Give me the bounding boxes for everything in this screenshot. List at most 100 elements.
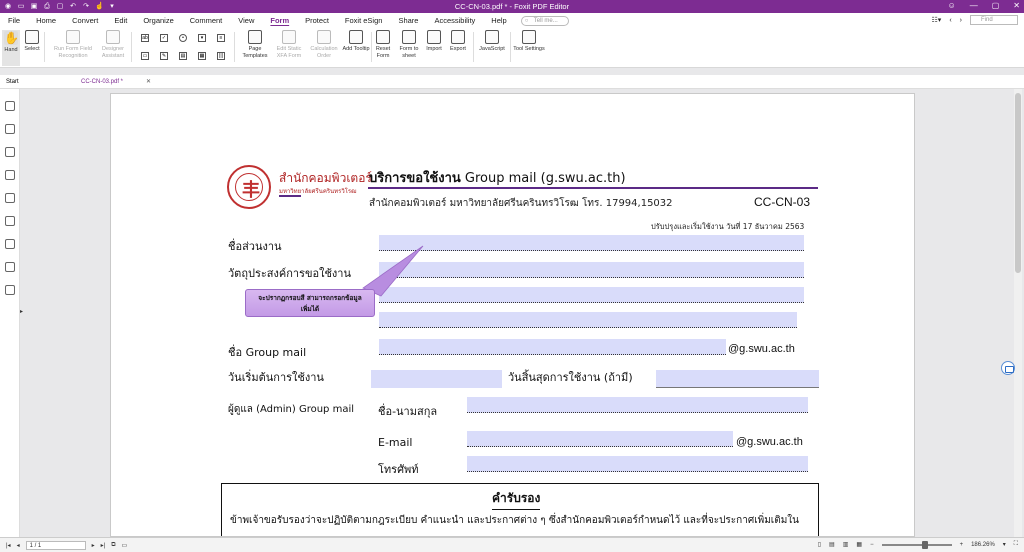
menu-convert[interactable]: Convert	[64, 13, 106, 28]
single-page-icon[interactable]: ▯	[818, 541, 821, 548]
export-button[interactable]: Export	[446, 30, 470, 53]
menu-accessibility[interactable]: Accessibility	[426, 13, 483, 28]
purpose-field-3[interactable]	[379, 312, 797, 328]
copy-view-icon[interactable]: ⧉	[111, 542, 115, 549]
admin-phone-field[interactable]	[467, 456, 808, 472]
menu-protect[interactable]: Protect	[297, 13, 337, 28]
calculation-order-button[interactable]: Calculation Order	[306, 30, 342, 60]
separator	[131, 32, 132, 62]
continuous-icon[interactable]: ▤	[829, 541, 835, 548]
reset-form-button[interactable]: Reset Form	[373, 30, 393, 60]
scroll-thumb[interactable]	[1015, 93, 1021, 273]
radio-button-icon[interactable]: •	[179, 34, 187, 42]
fit-page-icon[interactable]: ⛶	[1014, 541, 1018, 548]
add-tooltip-button[interactable]: Add Tooltip	[342, 30, 370, 53]
account-icon[interactable]: ☺	[948, 1, 956, 10]
undo-icon[interactable]: ↶	[69, 3, 77, 11]
group-mail-field[interactable]	[379, 339, 726, 355]
combo-box-icon[interactable]: ▾	[198, 34, 206, 42]
signatures-icon[interactable]	[4, 262, 15, 272]
page-templates-button[interactable]: Page Templates	[238, 30, 272, 60]
next-page-icon[interactable]: ▸	[92, 542, 95, 549]
barcode-icon[interactable]: |||	[217, 52, 225, 60]
admin-name-field[interactable]	[467, 397, 808, 413]
first-page-icon[interactable]: |◂	[6, 542, 11, 549]
menu-comment[interactable]: Comment	[182, 13, 231, 28]
vertical-scrollbar[interactable]	[1014, 89, 1022, 537]
arrow-right-icon[interactable]: ›	[960, 17, 962, 24]
tab-start[interactable]: Start	[0, 75, 75, 89]
page-selector[interactable]: 1 / 1	[25, 540, 86, 550]
zoom-slider-knob[interactable]	[921, 540, 928, 549]
end-date-field[interactable]	[656, 370, 819, 388]
tell-me-search[interactable]: Tell me...	[520, 15, 569, 26]
menu-view[interactable]: View	[230, 13, 262, 28]
display-mode-icon[interactable]: ☷▾	[932, 16, 942, 24]
form-to-sheet-button[interactable]: Form to sheet	[395, 30, 423, 60]
bookmark-icon[interactable]	[4, 101, 15, 111]
form-fields-icon[interactable]	[4, 285, 15, 295]
menu-foxit-esign[interactable]: Foxit eSign	[337, 13, 391, 28]
page-view-icon[interactable]: ▭	[121, 542, 127, 549]
list-box-icon[interactable]: ≡	[217, 34, 225, 42]
menu-help[interactable]: Help	[483, 13, 514, 28]
tab-document[interactable]: CC-CN-03.pdf * ✕	[75, 75, 155, 89]
date-field-icon[interactable]: ▦	[198, 52, 206, 60]
layers-icon[interactable]	[4, 170, 15, 180]
comments-icon[interactable]	[4, 147, 15, 157]
attachments-icon[interactable]	[4, 193, 15, 203]
minimize-button[interactable]: —	[970, 1, 978, 10]
push-button-icon[interactable]: ▭	[141, 52, 149, 60]
run-form-field-recognition-button[interactable]: Run Form Field Recognition	[49, 30, 97, 60]
menu-home[interactable]: Home	[28, 13, 64, 28]
save-icon[interactable]: ▣	[30, 3, 38, 11]
select-button[interactable]: Select	[23, 30, 41, 53]
start-date-field[interactable]	[371, 370, 502, 388]
purpose-field-2[interactable]	[379, 287, 804, 303]
tool-settings-button[interactable]: Tool Settings	[513, 30, 545, 53]
designer-assistant-button[interactable]: Designer Assistant	[98, 30, 128, 60]
signature-field-icon[interactable]: ✎	[160, 52, 168, 60]
customize-icon[interactable]: ▾	[108, 3, 116, 11]
zoom-slider[interactable]	[881, 540, 952, 549]
find-input[interactable]: Find	[970, 15, 1018, 25]
zoom-in-icon[interactable]: +	[960, 542, 964, 548]
image-field-icon[interactable]: ▤	[179, 52, 187, 60]
open-icon[interactable]: ▭	[17, 3, 25, 11]
admin-email-field[interactable]	[467, 431, 733, 447]
navigation-panel	[0, 89, 20, 537]
zoom-level[interactable]: 186.26%	[971, 542, 995, 548]
hand-tool-icon[interactable]: ☝	[95, 3, 104, 11]
security-icon[interactable]	[4, 216, 15, 226]
new-icon[interactable]: ▢	[56, 3, 64, 11]
expand-panel-icon[interactable]: ▸	[20, 308, 23, 315]
facing-icon[interactable]: ▥	[843, 541, 849, 548]
content-icon[interactable]	[4, 239, 15, 249]
last-page-icon[interactable]: ▸|	[101, 542, 106, 549]
maximize-button[interactable]: ▢	[992, 1, 1000, 10]
hand-button[interactable]: ✋ Hand	[2, 30, 20, 66]
menu-edit[interactable]: Edit	[106, 13, 135, 28]
close-tab-icon[interactable]: ✕	[146, 75, 151, 89]
department-field[interactable]	[379, 235, 804, 251]
pages-icon[interactable]	[4, 124, 15, 134]
zoom-out-icon[interactable]: −	[870, 542, 874, 548]
arrow-left-icon[interactable]: ‹	[949, 17, 951, 24]
edit-static-xfa-form-button[interactable]: Edit Static XFA Form	[272, 30, 306, 60]
text-field-icon[interactable]: ab	[141, 34, 149, 42]
redo-icon[interactable]: ↷	[82, 3, 90, 11]
menu-form[interactable]: Form	[262, 13, 297, 28]
zoom-dropdown-icon[interactable]: ▾	[1003, 541, 1006, 548]
import-button[interactable]: Import	[423, 30, 445, 53]
menu-share[interactable]: Share	[390, 13, 426, 28]
checkbox-icon[interactable]: ✓	[160, 34, 168, 42]
cover-icon[interactable]: ▦	[856, 541, 862, 548]
javascript-button[interactable]: JavaScript	[476, 30, 508, 53]
purpose-field-1[interactable]	[379, 262, 804, 278]
prev-page-icon[interactable]: ◂	[17, 542, 20, 549]
print-icon[interactable]: ⎙	[43, 3, 51, 11]
floating-chat-button[interactable]	[1001, 361, 1015, 375]
close-button[interactable]: ✕	[1013, 1, 1020, 10]
menu-organize[interactable]: Organize	[135, 13, 181, 28]
menu-file[interactable]: File	[0, 13, 28, 28]
